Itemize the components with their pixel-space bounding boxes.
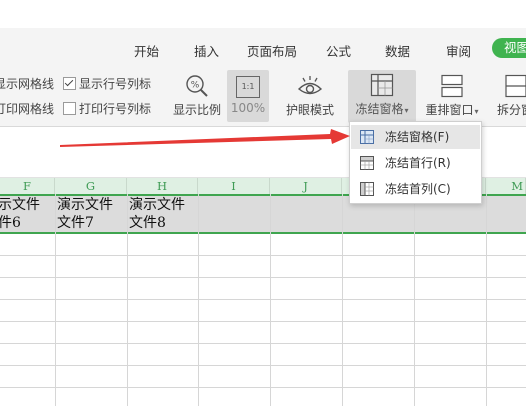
menu-item-label: 冻结窗格(F) xyxy=(385,130,450,144)
grid-col-line xyxy=(270,194,271,406)
menu-item-freeze-panes[interactable]: 冻结窗格(F) xyxy=(351,125,480,149)
zoom-100-button[interactable]: 1:1 100% xyxy=(227,70,269,122)
grid-row-line xyxy=(0,365,526,366)
grid-row-line xyxy=(0,299,526,300)
split-window-icon xyxy=(505,74,526,98)
menu-item-freeze-top-row[interactable]: 冻结首行(R) xyxy=(351,151,480,175)
show-rowcol-option[interactable]: 显示行号列标 xyxy=(63,75,151,92)
tab-data[interactable]: 数据 xyxy=(385,41,410,60)
freeze-line xyxy=(0,232,526,234)
svg-text:%: % xyxy=(191,81,200,91)
menu-item-label: 冻结首行(R) xyxy=(385,156,451,170)
grid-col-line xyxy=(342,194,343,406)
grid-row-line xyxy=(0,277,526,278)
split-window-label: 拆分窗 xyxy=(496,103,526,117)
column-header-g[interactable]: G xyxy=(55,178,127,194)
cell-g1[interactable]: 演示文件 xyxy=(57,196,113,214)
grid-row-line xyxy=(0,321,526,322)
cell-f2[interactable]: 件6 xyxy=(0,214,21,232)
print-rowcol-option[interactable]: 打印行号列标 xyxy=(63,100,151,117)
print-gridlines-label: 打印网格线 xyxy=(0,102,55,116)
zoom-ratio-button[interactable]: % 显示比例 xyxy=(172,74,222,118)
zoom-ratio-label: 显示比例 xyxy=(172,103,221,117)
tab-insert[interactable]: 插入 xyxy=(194,41,219,60)
grid-col-line xyxy=(486,194,487,406)
view-ribbon: 显示网格线 显示行号列标 打印网格线 打印行号列标 % 显示比例 1:1 100… xyxy=(0,68,526,127)
print-rowcol-label: 打印行号列标 xyxy=(79,102,152,116)
freeze-panes-label: 冻结窗格 xyxy=(355,102,404,116)
arrange-windows-label: 重排窗口 xyxy=(425,103,474,117)
freeze-panes-button[interactable]: 冻结窗格▾ xyxy=(348,70,416,123)
tab-formula[interactable]: 公式 xyxy=(326,41,351,60)
tab-page-layout[interactable]: 页面布局 xyxy=(247,41,297,60)
arrange-windows-icon xyxy=(441,74,463,98)
cell-f1[interactable]: 示文件 xyxy=(0,196,40,214)
show-gridlines-option[interactable]: 显示网格线 xyxy=(0,75,54,92)
freeze-panes-menu: 冻结窗格(F) 冻结首行(R) 冻结首列(C) xyxy=(349,121,482,204)
show-rowcol-checkbox[interactable] xyxy=(63,77,76,90)
freeze-panes-icon xyxy=(360,130,374,144)
freeze-top-row-icon xyxy=(360,156,374,170)
title-bar xyxy=(0,0,526,28)
grid-row-line xyxy=(0,387,526,388)
spreadsheet-grid[interactable]: F G H I J M 示文件 件6 演示文件 文件7 演示文件 文件8 xyxy=(0,178,526,406)
column-header-m[interactable]: M xyxy=(486,178,526,194)
grid-col-line xyxy=(198,194,199,406)
tab-home[interactable]: 开始 xyxy=(134,41,159,60)
print-gridlines-option[interactable]: 打印网格线 xyxy=(0,100,54,117)
grid-row-line xyxy=(0,343,526,344)
eye-protection-label: 护眼模式 xyxy=(285,103,334,117)
arrange-windows-button[interactable]: 重排窗口▾ xyxy=(422,74,482,118)
tab-view[interactable]: 视图 xyxy=(492,38,526,58)
one-to-one-icon: 1:1 xyxy=(236,76,260,98)
column-header-h[interactable]: H xyxy=(127,178,198,194)
grid-row-line xyxy=(0,255,526,256)
cell-g2[interactable]: 文件7 xyxy=(57,214,94,232)
column-header-f[interactable]: F xyxy=(0,178,55,194)
menu-item-freeze-first-column[interactable]: 冻结首列(C) xyxy=(351,177,480,201)
split-window-button[interactable]: 拆分窗 xyxy=(490,74,526,118)
eye-icon xyxy=(297,76,323,95)
menu-item-label: 冻结首列(C) xyxy=(385,182,451,196)
print-rowcol-checkbox[interactable] xyxy=(63,102,76,115)
show-rowcol-label: 显示行号列标 xyxy=(79,77,152,91)
chevron-down-icon: ▾ xyxy=(474,107,479,116)
tab-review[interactable]: 审阅 xyxy=(446,41,471,60)
magnifier-percent-icon: % xyxy=(186,75,208,97)
column-header-j[interactable]: J xyxy=(270,178,342,194)
grid-col-line xyxy=(127,194,128,406)
cell-h1[interactable]: 演示文件 xyxy=(129,196,185,214)
freeze-panes-icon xyxy=(370,73,394,97)
cell-h2[interactable]: 文件8 xyxy=(129,214,166,232)
show-gridlines-label: 显示网格线 xyxy=(0,77,55,91)
freeze-first-column-icon xyxy=(360,182,374,196)
column-header-i[interactable]: I xyxy=(198,178,270,194)
eye-protection-button[interactable]: 护眼模式 xyxy=(284,74,336,118)
chevron-down-icon: ▾ xyxy=(404,106,409,115)
zoom-100-label: 100% xyxy=(230,101,266,115)
grid-col-line xyxy=(414,194,415,406)
ribbon-tabs: 开始 插入 页面布局 公式 数据 审阅 视图 xyxy=(0,28,526,68)
grid-col-line xyxy=(55,194,56,406)
